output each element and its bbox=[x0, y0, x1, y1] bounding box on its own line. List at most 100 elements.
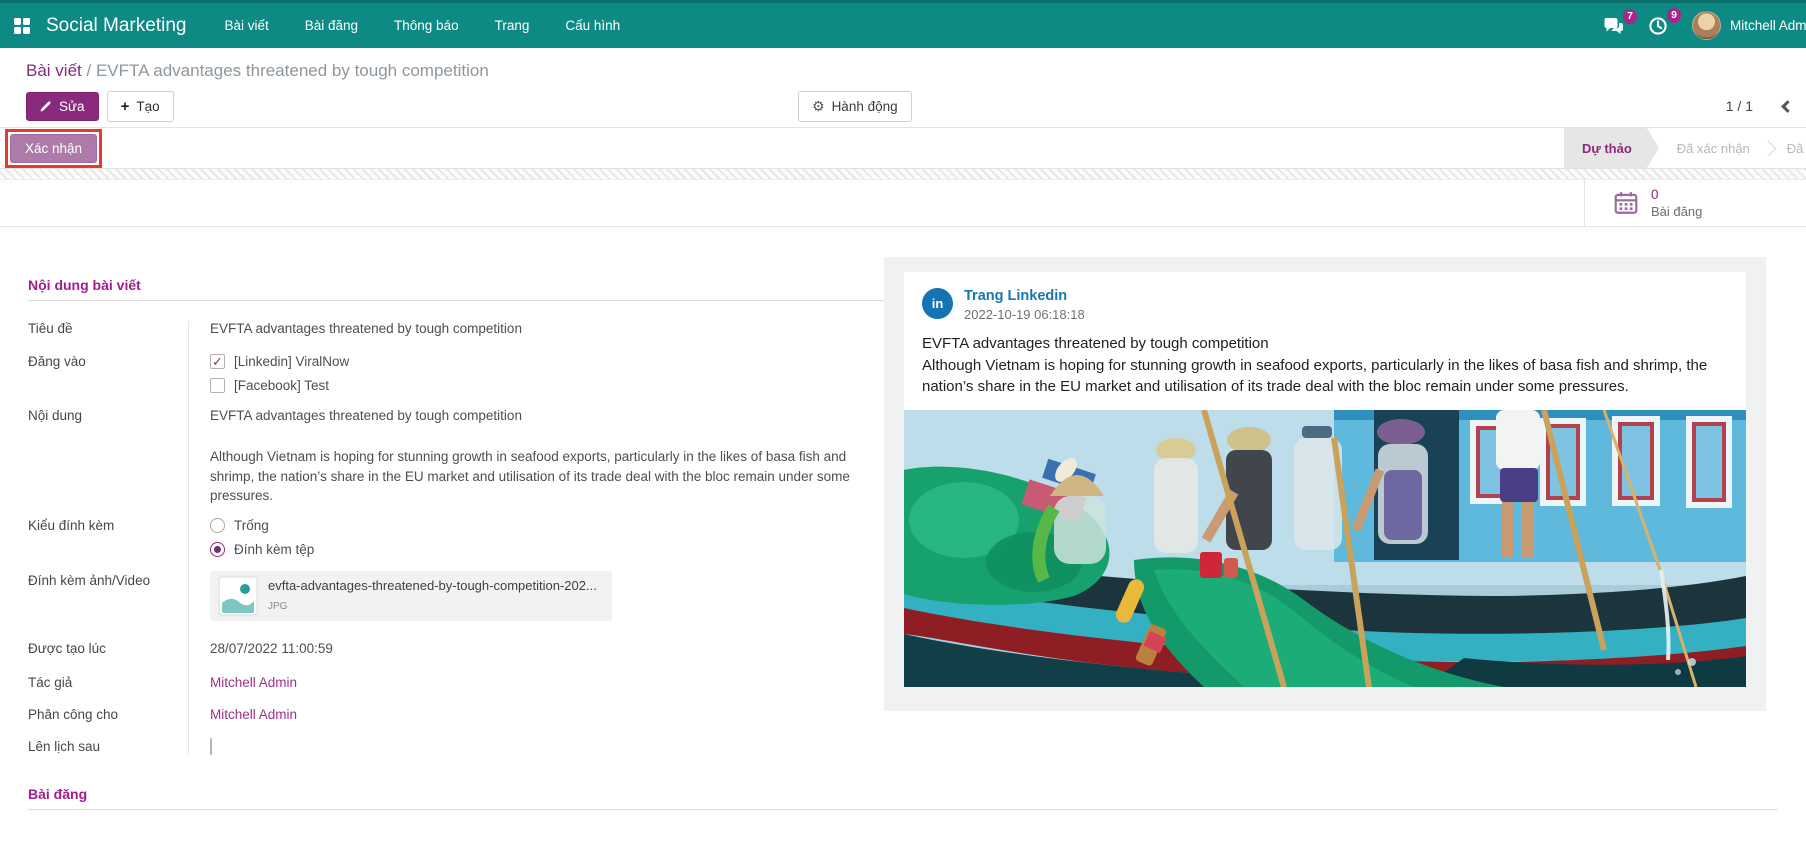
stage-confirmed[interactable]: Đã xác nhận bbox=[1659, 128, 1768, 168]
menu-item-publications[interactable]: Bài đăng bbox=[305, 18, 358, 33]
activities-badge: 9 bbox=[1667, 8, 1681, 23]
preview-post-title: EVFTA advantages threatened by tough com… bbox=[922, 333, 1728, 355]
field-row-title: Tiêu đề EVFTA advantages threatened by t… bbox=[28, 319, 896, 338]
field-label: Tác giả bbox=[28, 673, 196, 692]
stage-pills: Dự thảo Đã xác nhận Đã hủy bbox=[1564, 128, 1806, 168]
annotation-highlight-box: Xác nhận bbox=[5, 129, 102, 168]
attachment-filename: evfta-advantages-threatened-by-tough-com… bbox=[268, 576, 597, 595]
publish-option-label: [Facebook] Test bbox=[234, 376, 329, 395]
menu-item-configuration[interactable]: Cấu hình bbox=[565, 18, 620, 33]
posts-stat-button[interactable]: 0 Bài đăng bbox=[1584, 180, 1806, 226]
posts-section-separator bbox=[28, 809, 1778, 810]
section-title-posts: Bài đăng bbox=[28, 786, 896, 802]
action-button[interactable]: Hành động bbox=[798, 91, 912, 122]
pager-previous-icon[interactable] bbox=[1781, 100, 1794, 113]
section-title-content: Nội dung bài viết bbox=[28, 227, 896, 293]
preview-account-block: Trang Linkedin 2022-10-19 06:18:18 bbox=[964, 288, 1085, 322]
menu-item-pages[interactable]: Trang bbox=[495, 18, 530, 33]
linkedin-logo-icon bbox=[932, 296, 944, 311]
radio-unselected[interactable] bbox=[210, 518, 225, 533]
attachment-card[interactable]: evfta-advantages-threatened-by-tough-com… bbox=[210, 571, 612, 621]
create-button[interactable]: Tạo bbox=[107, 91, 174, 122]
field-group: Tiêu đề EVFTA advantages threatened by t… bbox=[28, 319, 896, 756]
attach-type-options: Trống Đính kèm tệp bbox=[196, 516, 314, 564]
field-label: Tiêu đề bbox=[28, 319, 196, 338]
attach-type-option-file: Đính kèm tệp bbox=[210, 540, 314, 559]
publish-options: [Linkedin] ViralNow [Facebook] Test bbox=[196, 352, 349, 400]
title-value: EVFTA advantages threatened by tough com… bbox=[196, 319, 522, 338]
content-value: EVFTA advantages threatened by tough com… bbox=[196, 406, 882, 506]
field-label: Được tạo lúc bbox=[28, 639, 196, 658]
field-label: Đính kèm ảnh/Video bbox=[28, 571, 196, 621]
content-body-text: Although Vietnam is hoping for stunning … bbox=[210, 447, 882, 506]
edit-button[interactable]: Sửa bbox=[26, 92, 99, 121]
content-title-line: EVFTA advantages threatened by tough com… bbox=[210, 406, 882, 425]
radio-label: Trống bbox=[234, 516, 269, 535]
social-marketing-app: Social Marketing Bài viết Bài đăng Thông… bbox=[0, 0, 1806, 857]
field-row-attachment: Đính kèm ảnh/Video evfta-advantages-thre… bbox=[28, 571, 896, 621]
field-label: Lên lịch sau bbox=[28, 737, 196, 756]
pager: 1 / 1 bbox=[1726, 85, 1792, 127]
statusbar: Xác nhận Dự thảo Đã xác nhận Đã hủy bbox=[0, 127, 1806, 169]
user-avatar bbox=[1692, 11, 1721, 40]
field-row-assigned: Phân công cho Mitchell Admin bbox=[28, 705, 896, 724]
assigned-link[interactable]: Mitchell Admin bbox=[196, 705, 297, 724]
edit-button-label: Sửa bbox=[59, 99, 85, 114]
gear-icon bbox=[812, 98, 825, 115]
preview-header: Trang Linkedin 2022-10-19 06:18:18 bbox=[904, 288, 1746, 322]
preview-timestamp: 2022-10-19 06:18:18 bbox=[964, 307, 1085, 322]
messages-badge: 7 bbox=[1623, 9, 1637, 24]
stat-text: 0 Bài đăng bbox=[1651, 187, 1702, 219]
field-label: Nội dung bbox=[28, 406, 196, 506]
field-row-publish: Đăng vào [Linkedin] ViralNow [Facebook] … bbox=[28, 352, 896, 400]
radio-selected[interactable] bbox=[210, 542, 225, 557]
stage-draft[interactable]: Dự thảo bbox=[1564, 128, 1659, 168]
field-label: Kiểu đính kèm bbox=[28, 516, 196, 564]
post-photo bbox=[904, 410, 1746, 687]
field-row-created: Được tạo lúc 28/07/2022 11:00:59 bbox=[28, 639, 896, 658]
breadcrumb-separator: / bbox=[86, 61, 91, 80]
user-menu[interactable]: Mitchell Admin bbox=[1692, 11, 1806, 40]
main-menu: Bài viết Bài đăng Thông báo Trang Cấu hì… bbox=[224, 18, 620, 33]
breadcrumb-parent-link[interactable]: Bài viết bbox=[26, 61, 82, 80]
field-row-content: Nội dung EVFTA advantages threatened by … bbox=[28, 406, 896, 506]
breadcrumb-current: EVFTA advantages threatened by tough com… bbox=[96, 61, 489, 80]
top-navbar: Social Marketing Bài viết Bài đăng Thông… bbox=[0, 0, 1806, 48]
preview-post-body: Although Vietnam is hoping for stunning … bbox=[922, 355, 1728, 398]
field-label: Đăng vào bbox=[28, 352, 196, 400]
author-link[interactable]: Mitchell Admin bbox=[196, 673, 297, 692]
confirm-button[interactable]: Xác nhận bbox=[10, 134, 97, 163]
user-name: Mitchell Admin bbox=[1730, 18, 1806, 33]
pencil-icon bbox=[40, 100, 52, 112]
field-row-schedule: Lên lịch sau bbox=[28, 737, 896, 756]
radio-label: Đính kèm tệp bbox=[234, 540, 314, 559]
messages-button[interactable]: 7 bbox=[1603, 17, 1624, 35]
checkbox-unchecked[interactable] bbox=[210, 378, 225, 393]
menu-item-posts[interactable]: Bài viết bbox=[224, 18, 268, 33]
label-value-divider bbox=[188, 321, 189, 754]
attachment-extension: JPG bbox=[268, 597, 597, 616]
control-panel-buttons: Sửa Tạo Hành động 1 / 1 bbox=[0, 85, 1806, 127]
apps-grid-icon[interactable] bbox=[14, 18, 30, 34]
stat-count: 0 bbox=[1651, 187, 1702, 202]
activities-button[interactable]: 9 bbox=[1648, 16, 1668, 36]
created-value: 28/07/2022 11:00:59 bbox=[196, 639, 333, 658]
calendar-icon bbox=[1613, 190, 1639, 216]
attachment-texts: evfta-advantages-threatened-by-tough-com… bbox=[268, 576, 597, 616]
menu-item-notifications[interactable]: Thông báo bbox=[394, 18, 459, 33]
attachment-value: evfta-advantages-threatened-by-tough-com… bbox=[196, 571, 612, 621]
schedule-checkbox[interactable] bbox=[210, 738, 212, 755]
navbar-right: 7 9 Mitchell Admin bbox=[1603, 3, 1806, 48]
post-preview-panel: Trang Linkedin 2022-10-19 06:18:18 EVFTA… bbox=[884, 257, 1766, 711]
breadcrumb: Bài viết / EVFTA advantages threatened b… bbox=[0, 48, 1806, 85]
image-thumbnail-icon bbox=[218, 576, 258, 616]
schedule-value bbox=[196, 737, 212, 756]
form-sheet: Nội dung bài viết Tiêu đề EVFTA advantag… bbox=[0, 227, 1806, 810]
linkedin-avatar bbox=[922, 288, 953, 319]
field-row-author: Tác giả Mitchell Admin bbox=[28, 673, 896, 692]
create-button-label: Tạo bbox=[136, 99, 159, 114]
checkbox-checked[interactable] bbox=[210, 354, 225, 369]
publish-option-facebook: [Facebook] Test bbox=[210, 376, 349, 395]
app-brand[interactable]: Social Marketing bbox=[46, 15, 186, 37]
messages-icon bbox=[1603, 17, 1624, 35]
